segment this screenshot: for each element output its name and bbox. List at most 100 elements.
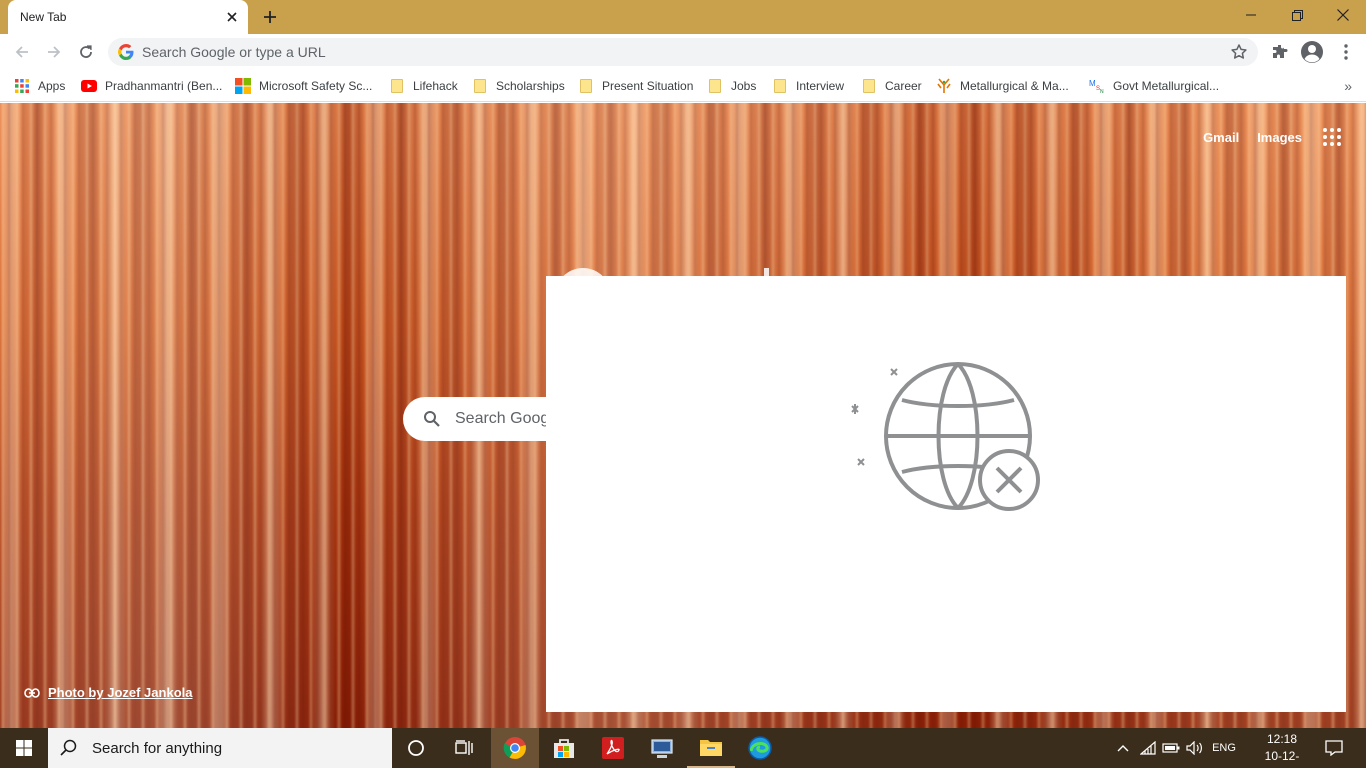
bookmark-folder-interview[interactable]: Interview (772, 76, 844, 96)
bookmark-apps[interactable]: Apps (14, 76, 65, 96)
tab-title: New Tab (20, 10, 67, 24)
bookmark-folder-career[interactable]: Career (861, 76, 922, 96)
reload-button[interactable] (74, 40, 98, 64)
task-view-icon (455, 740, 473, 755)
bookmark-folder-jobs[interactable]: Jobs (707, 76, 756, 96)
action-center-button[interactable] (1318, 728, 1350, 768)
taskbar-file-explorer[interactable] (687, 728, 735, 768)
arrow-right-icon (48, 46, 61, 58)
start-button[interactable] (0, 728, 48, 768)
bookmarks-overflow-icon[interactable]: » (1344, 78, 1352, 94)
gmail-link[interactable]: Gmail (1203, 130, 1239, 145)
puzzle-icon (1273, 45, 1288, 58)
tab-close-icon[interactable] (224, 9, 240, 25)
photo-credit-text: Photo by Jozef Jankola (48, 685, 193, 700)
reload-icon (80, 45, 92, 58)
bookmark-label: Pradhanmantri (Ben... (105, 79, 223, 93)
browser-toolbar (0, 34, 1366, 70)
bookmark-label: Govt Metallurgical... (1113, 79, 1220, 93)
cortana-circle-icon (408, 740, 424, 756)
chrome-icon (503, 737, 526, 759)
bookmark-label: Apps (38, 79, 66, 93)
bookmarks-bar: Apps Pradhanmantri (Ben... Microsoft Saf… (0, 70, 1366, 102)
search-icon (60, 739, 77, 756)
profile-button[interactable] (1300, 40, 1324, 64)
bookmark-folder-scholarships[interactable]: Scholarships (472, 76, 565, 96)
new-tab-button[interactable] (258, 6, 282, 28)
bookmark-microsoft-safety[interactable]: Microsoft Safety Sc... (235, 76, 372, 96)
bookmark-label: Lifehack (413, 79, 458, 93)
bookmark-label: Metallurgical & Ma... (960, 79, 1069, 93)
site-icon (937, 78, 951, 93)
svg-text:M: M (1089, 79, 1096, 88)
new-tab-page: Gmail Images Photo by Jozef Jankola (0, 103, 1366, 728)
bookmark-label: Interview (796, 79, 845, 93)
images-link[interactable]: Images (1257, 130, 1302, 145)
task-view-button[interactable] (442, 728, 486, 768)
clock[interactable]: 12:18 10-12-2020 (1252, 731, 1312, 768)
google-apps-icon[interactable] (1320, 125, 1344, 149)
plus-icon (264, 11, 276, 23)
cortana-button[interactable] (394, 728, 438, 768)
bookmark-govt-metallurgical[interactable]: MSN Govt Metallurgical... (1089, 76, 1219, 96)
folder-icon (709, 79, 721, 93)
more-vert-icon (1344, 44, 1348, 60)
apps-grid-icon (15, 79, 29, 93)
edge-icon (748, 736, 772, 760)
battery-status[interactable] (1160, 728, 1182, 768)
msn-icon: MS N (1089, 79, 1104, 94)
bookmark-label: Jobs (731, 79, 757, 93)
bookmark-folder-lifehack[interactable]: Lifehack (389, 76, 458, 96)
forward-button[interactable] (42, 40, 66, 64)
window-controls (1228, 0, 1366, 30)
omnibox-input[interactable] (142, 38, 1212, 66)
account-circle-icon (1301, 41, 1323, 63)
folder-icon (474, 79, 486, 93)
volume-button[interactable] (1184, 728, 1206, 768)
speaker-icon (1186, 741, 1202, 755)
computer-icon (651, 739, 673, 758)
taskbar-search-box[interactable] (48, 728, 392, 768)
svg-text:N: N (1100, 89, 1104, 94)
link-icon (24, 687, 40, 698)
photo-credit-link[interactable]: Photo by Jozef Jankola (24, 685, 192, 700)
extensions-button[interactable] (1268, 40, 1292, 64)
taskbar-chrome[interactable] (491, 728, 539, 768)
close-window-button[interactable] (1320, 0, 1366, 30)
back-button[interactable] (10, 40, 34, 64)
windows-logo-icon (16, 740, 32, 756)
folder-icon (863, 79, 875, 93)
pdf-reader-icon (602, 737, 624, 759)
input-language[interactable]: ENG (1208, 728, 1240, 768)
bookmark-folder-present-situation[interactable]: Present Situation (578, 76, 693, 96)
taskbar-store[interactable] (540, 728, 588, 768)
taskbar-search-input[interactable] (92, 739, 372, 757)
taskbar-acrobat[interactable] (589, 728, 637, 768)
show-hidden-icons-button[interactable] (1112, 728, 1134, 768)
bookmark-metallurgical[interactable]: Metallurgical & Ma... (936, 76, 1069, 96)
bookmark-pradhanmantri[interactable]: Pradhanmantri (Ben... (81, 76, 222, 96)
youtube-icon (81, 80, 97, 92)
minimize-button[interactable] (1228, 0, 1274, 30)
title-bar: New Tab (0, 0, 1366, 34)
taskbar-network-app[interactable] (638, 728, 686, 768)
menu-button[interactable] (1334, 40, 1358, 64)
notification-icon (1325, 740, 1343, 756)
search-icon (424, 411, 440, 427)
tab-new-tab[interactable]: New Tab (8, 0, 248, 34)
battery-icon (1162, 743, 1180, 753)
folder-icon (391, 79, 403, 93)
restore-button[interactable] (1274, 0, 1320, 30)
chevron-up-icon (1117, 745, 1129, 752)
wifi-icon (1140, 741, 1156, 755)
clock-date: 10-12-2020 (1264, 749, 1300, 768)
bookmark-label: Career (885, 79, 922, 93)
taskbar-edge[interactable] (736, 728, 784, 768)
folder-icon (774, 79, 786, 93)
network-status[interactable] (1137, 728, 1159, 768)
omnibox[interactable] (108, 38, 1258, 66)
store-bag-icon (554, 739, 574, 758)
bookmark-star-icon[interactable] (1230, 43, 1248, 61)
windows-taskbar: ENG 12:18 10-12-2020 (0, 728, 1366, 768)
ntp-top-links: Gmail Images (1203, 125, 1344, 149)
